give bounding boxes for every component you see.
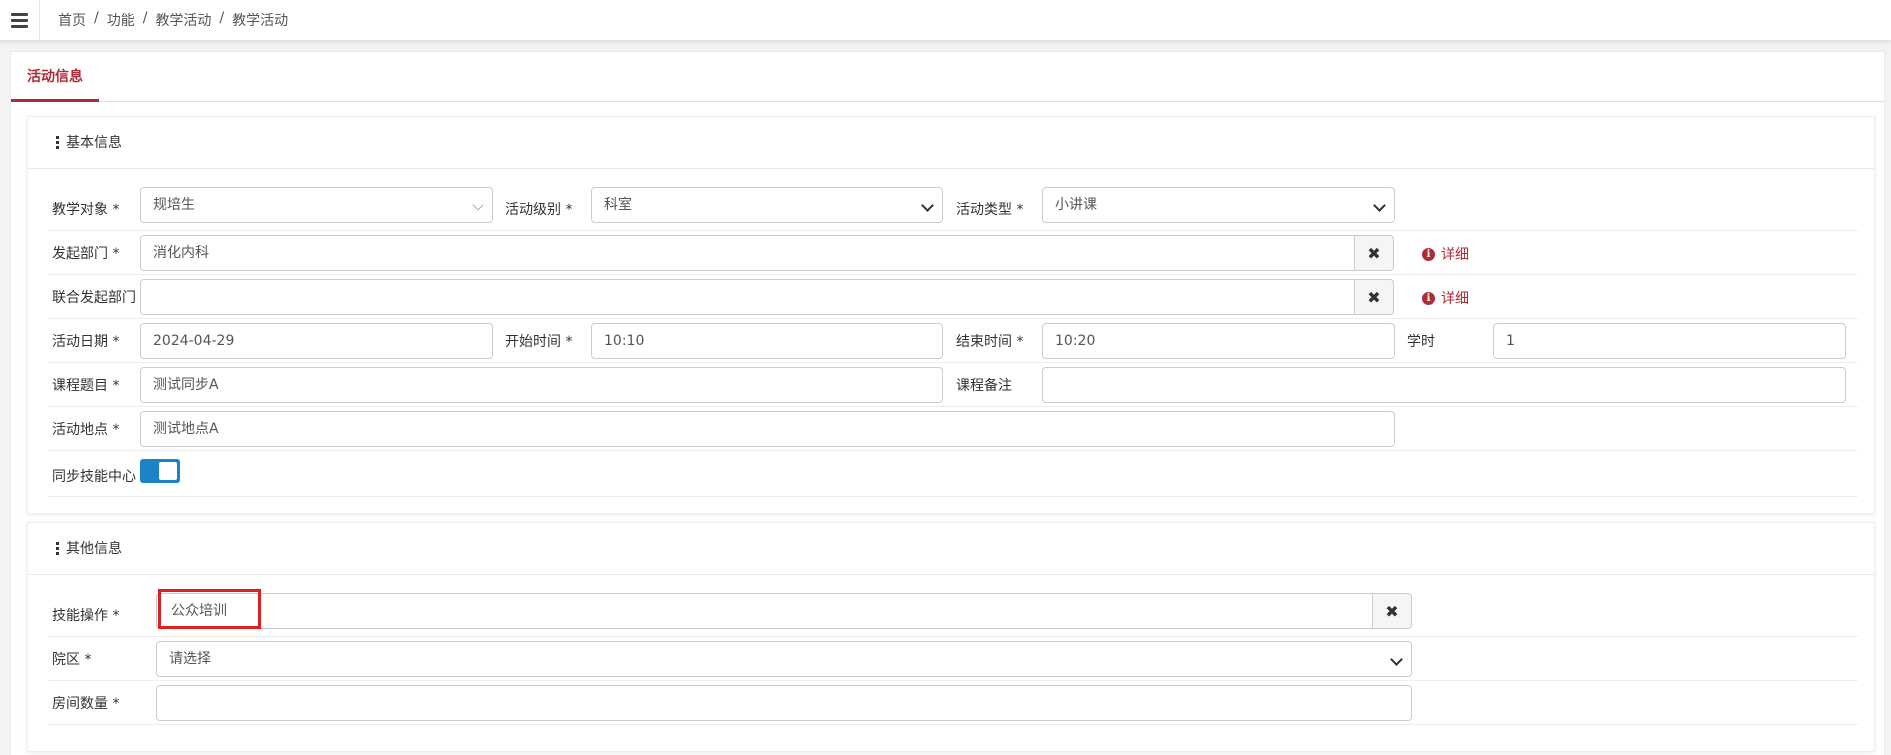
breadcrumb-current: 教学活动	[232, 13, 289, 29]
activity-type-select[interactable]: 小讲课	[1042, 187, 1395, 223]
info-icon: i	[1422, 247, 1435, 261]
form-row: 联合发起部门 ✖ i 详细	[48, 275, 1858, 319]
form-row: 院区 * 请选择	[48, 637, 1858, 681]
course-note-label: 课程备注	[956, 378, 1012, 394]
form-row: 活动地点 * 测试地点A	[48, 407, 1858, 451]
joint-dept-label: 联合发起部门	[52, 290, 136, 306]
detail-text: 详细	[1441, 247, 1469, 263]
basic-info-panel: 基本信息 教学对象 * 规培生 活动级别 * 科室 活动类型 * 小讲课 发起部…	[27, 116, 1875, 514]
panel-header: 其他信息	[28, 523, 1874, 575]
dept-input[interactable]: 消化内科	[140, 235, 1355, 271]
highlight-box	[158, 589, 261, 629]
breadcrumb-teaching[interactable]: 教学活动	[155, 10, 211, 30]
joint-dept-clear-button[interactable]: ✖	[1354, 279, 1394, 315]
form-row: 活动日期 * 2024-04-29 开始时间 * 10:10 结束时间 * 10…	[48, 319, 1858, 363]
end-time-input[interactable]: 10:20	[1042, 323, 1395, 359]
dept-detail-link[interactable]: i 详细	[1422, 244, 1469, 264]
close-icon: ✖	[1385, 601, 1399, 621]
breadcrumb-separator: /	[94, 10, 99, 26]
menu-toggle-button[interactable]	[0, 0, 40, 40]
form-row: 房间数量 *	[48, 681, 1858, 725]
teach-target-select[interactable]: 规培生	[140, 187, 493, 223]
hours-input[interactable]: 1	[1493, 323, 1846, 359]
hours-label: 学时	[1407, 334, 1435, 350]
skill-clear-button[interactable]: ✖	[1372, 593, 1412, 629]
rooms-label: 房间数量 *	[52, 696, 120, 712]
panel-title: 其他信息	[66, 541, 122, 557]
location-input[interactable]: 测试地点A	[140, 411, 1395, 447]
dept-label: 发起部门 *	[52, 246, 120, 262]
form-row: 课程题目 * 测试同步A 课程备注	[48, 363, 1858, 407]
activity-level-label: 活动级别 *	[505, 202, 573, 218]
skill-input[interactable]: 公众培训	[156, 593, 1373, 629]
form-row: 技能操作 * 公众培训 ✖	[48, 589, 1858, 637]
detail-text: 详细	[1441, 291, 1469, 307]
breadcrumb-separator: /	[219, 10, 225, 26]
start-time-input[interactable]: 10:10	[591, 323, 943, 359]
date-label: 活动日期 *	[52, 334, 120, 350]
dept-clear-button[interactable]: ✖	[1354, 235, 1394, 271]
form-row: 同步技能中心	[48, 451, 1858, 497]
skill-label: 技能操作 *	[52, 608, 120, 624]
course-title-input[interactable]: 测试同步A	[140, 367, 943, 403]
close-icon: ✖	[1367, 243, 1381, 263]
form-row: 教学对象 * 规培生 活动级别 * 科室 活动类型 * 小讲课	[48, 187, 1858, 231]
sync-label: 同步技能中心	[52, 469, 136, 485]
breadcrumb-home[interactable]: 首页	[58, 10, 86, 30]
activity-type-label: 活动类型 *	[956, 202, 1024, 218]
main-content: 活动信息 基本信息 教学对象 * 规培生 活动级别 * 科室 活动类型 * 小讲…	[10, 51, 1885, 755]
breadcrumb-function[interactable]: 功能	[107, 10, 135, 30]
toggle-knob	[159, 462, 177, 480]
other-info-panel: 其他信息 技能操作 * 公众培训 ✖ 院区 * 请选择 房间数量 *	[27, 522, 1875, 752]
course-note-input[interactable]	[1042, 367, 1846, 403]
hamburger-icon	[11, 10, 28, 31]
tab-bar: 活动信息	[11, 52, 1884, 102]
teach-target-label: 教学对象 *	[52, 202, 120, 218]
location-label: 活动地点 *	[52, 422, 120, 438]
vertical-dots-icon	[56, 542, 59, 557]
breadcrumb-separator: /	[142, 10, 148, 26]
joint-dept-input[interactable]	[140, 279, 1355, 315]
tab-activity-info[interactable]: 活动信息	[11, 52, 99, 102]
activity-level-select[interactable]: 科室	[591, 187, 943, 223]
panel-title: 基本信息	[66, 135, 122, 151]
close-icon: ✖	[1367, 287, 1381, 307]
campus-label: 院区 *	[52, 652, 92, 668]
joint-dept-detail-link[interactable]: i 详细	[1422, 288, 1469, 308]
sync-toggle[interactable]	[140, 459, 180, 483]
date-input[interactable]: 2024-04-29	[140, 323, 493, 359]
campus-select[interactable]: 请选择	[156, 641, 1412, 677]
breadcrumb: 首页 / 功能 / 教学活动 / 教学活动	[58, 10, 288, 30]
course-title-label: 课程题目 *	[52, 378, 120, 394]
start-time-label: 开始时间 *	[505, 334, 573, 350]
vertical-dots-icon	[56, 136, 59, 151]
top-bar: 首页 / 功能 / 教学活动 / 教学活动	[0, 0, 1891, 41]
rooms-input[interactable]	[156, 685, 1412, 721]
info-icon: i	[1422, 291, 1435, 305]
panel-header: 基本信息	[28, 117, 1874, 169]
form-row: 发起部门 * 消化内科 ✖ i 详细	[48, 231, 1858, 275]
end-time-label: 结束时间 *	[956, 334, 1024, 350]
